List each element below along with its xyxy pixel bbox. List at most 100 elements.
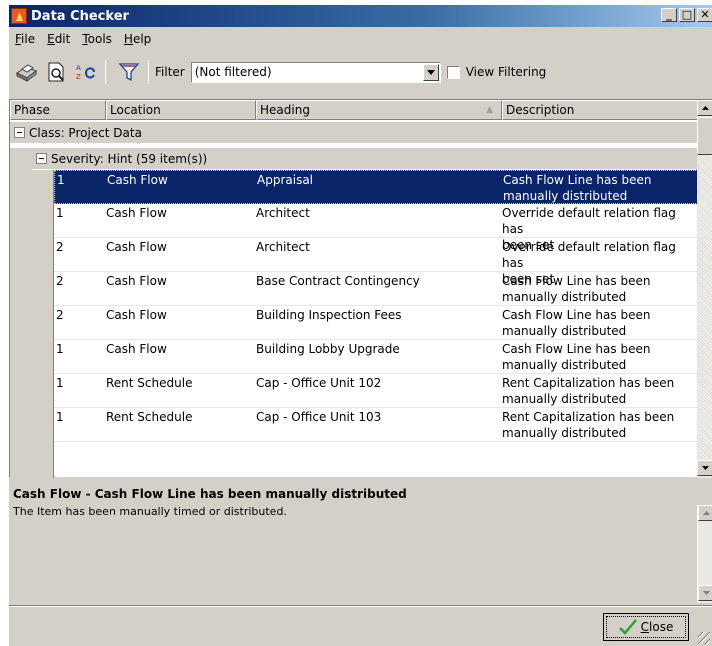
- maximize-button[interactable]: □: [679, 8, 695, 22]
- cell-phase: 1: [56, 376, 64, 390]
- cell-location: Cash Flow: [106, 206, 167, 220]
- scroll-down-icon[interactable]: [698, 585, 712, 601]
- cell-phase: 1: [56, 410, 64, 424]
- column-header-heading[interactable]: Heading ▲: [256, 100, 502, 120]
- filter-icon[interactable]: [116, 59, 142, 85]
- menu-help-label: elp: [132, 32, 152, 46]
- description-line: Cash Flow Line has been: [502, 342, 651, 356]
- description-line: manually distributed: [502, 324, 627, 338]
- cell-heading: Cap - Office Unit 102: [256, 376, 382, 390]
- menu-tools-label: ools: [87, 32, 112, 46]
- cell-heading: Building Lobby Upgrade: [256, 342, 400, 356]
- chevron-down-icon[interactable]: [422, 63, 439, 81]
- detail-pane: Cash Flow - Cash Flow Line has been manu…: [9, 479, 712, 605]
- close-mnemonic: C: [640, 620, 650, 634]
- cell-description: Cash Flow Line has been manually distribu…: [502, 341, 698, 373]
- scroll-down-icon[interactable]: [697, 460, 712, 476]
- view-filtering-label: View Filtering: [465, 65, 547, 79]
- view-filtering-checkbox[interactable]: [446, 65, 460, 79]
- detail-text: The Item has been manually timed or dist…: [13, 505, 287, 518]
- filter-value: (Not filtered): [194, 65, 272, 79]
- description-line: manually distributed: [503, 189, 628, 203]
- cell-heading: Building Inspection Fees: [256, 308, 402, 322]
- cell-phase: 1: [57, 173, 65, 187]
- sort-ascending-icon: ▲: [486, 105, 493, 115]
- cell-heading: Architect: [256, 240, 310, 254]
- window-title: Data Checker: [31, 8, 129, 24]
- cell-heading: Cap - Office Unit 103: [256, 410, 382, 424]
- collapse-icon[interactable]: [36, 153, 47, 164]
- title-bar[interactable]: Data Checker _ □ ✕: [9, 5, 712, 27]
- cell-phase: 2: [56, 240, 64, 254]
- table-row[interactable]: 1 Rent Schedule Cap - Office Unit 102 Re…: [54, 374, 698, 408]
- toolbar: A Z Filter (Not filtered) View Filtering: [9, 53, 712, 91]
- print-preview-icon[interactable]: [43, 59, 69, 85]
- close-window-button[interactable]: ✕: [697, 8, 712, 22]
- table-row[interactable]: 1 Rent Schedule Cap - Office Unit 103 Re…: [54, 408, 698, 442]
- column-header-phase[interactable]: Phase: [10, 100, 106, 120]
- group-indent-inner: [32, 170, 54, 478]
- collapse-icon[interactable]: [14, 127, 25, 138]
- group-row-severity[interactable]: Severity: Hint (59 item(s)): [32, 148, 698, 170]
- title-buttons: _ □ ✕: [659, 8, 712, 22]
- toolbar-separator-2: [148, 60, 149, 84]
- menu-tools[interactable]: Tools: [76, 32, 118, 46]
- menu-edit-label: dit: [54, 32, 71, 46]
- filter-label: Filter: [155, 65, 185, 79]
- description-line: Cash Flow Line has been: [503, 173, 652, 187]
- resize-grip-icon[interactable]: [698, 632, 710, 644]
- menu-help[interactable]: Help: [118, 32, 157, 46]
- table-row[interactable]: 2 Cash Flow Building Inspection Fees Cas…: [54, 306, 698, 340]
- results-grid: Phase Location Heading ▲ Description Clas…: [9, 99, 712, 478]
- close-label: lose: [649, 620, 674, 634]
- cell-description: Rent Capitalization has been manually dis…: [502, 375, 698, 407]
- scroll-thumb[interactable]: [697, 117, 712, 155]
- grid-vertical-scrollbar[interactable]: [697, 100, 712, 478]
- description-line: Rent Capitalization has been: [502, 376, 675, 390]
- table-row[interactable]: 2 Cash Flow Architect Override default r…: [54, 238, 698, 286]
- group-class-label: Class: Project Data: [29, 125, 142, 140]
- cell-phase: 1: [56, 206, 64, 220]
- sort-icon[interactable]: A Z: [73, 59, 99, 85]
- column-label: Description: [506, 103, 575, 117]
- menu-bar: File Edit Tools Help: [9, 29, 157, 49]
- column-header-description[interactable]: Description: [502, 100, 698, 120]
- menu-file[interactable]: File: [9, 32, 41, 46]
- table-row[interactable]: 1 Cash Flow Appraisal Cash Flow Line has…: [54, 170, 698, 204]
- table-row[interactable]: 2 Cash Flow Base Contract Contingency Ca…: [54, 272, 698, 306]
- scroll-up-icon[interactable]: [698, 505, 712, 521]
- grid-header: Phase Location Heading ▲ Description: [10, 100, 698, 120]
- description-line: Rent Capitalization has been: [502, 410, 675, 424]
- cell-phase: 1: [56, 342, 64, 356]
- minimize-button[interactable]: _: [661, 8, 677, 22]
- cell-description: Rent Capitalization has been manually dis…: [502, 409, 698, 441]
- table-row[interactable]: 1 Cash Flow Building Lobby Upgrade Cash …: [54, 340, 698, 374]
- description-line: Override default relation flag has: [502, 240, 676, 270]
- menu-edit[interactable]: Edit: [41, 32, 76, 46]
- menu-edit-mnemonic: E: [47, 32, 55, 46]
- group-severity-label: Severity: Hint (59 item(s)): [51, 151, 208, 166]
- description-line: Cash Flow Line has been: [502, 308, 651, 322]
- column-header-location[interactable]: Location: [106, 100, 256, 120]
- group-row-class[interactable]: Class: Project Data: [10, 122, 698, 144]
- print-icon[interactable]: [13, 59, 39, 85]
- table-row[interactable]: 1 Cash Flow Architect Override default r…: [54, 204, 698, 252]
- toolbar-separator: [105, 60, 106, 84]
- cell-location: Cash Flow: [106, 274, 167, 288]
- detail-vertical-scrollbar[interactable]: [697, 505, 712, 603]
- description-line: manually distributed: [502, 392, 627, 406]
- svg-text:Z: Z: [76, 73, 81, 81]
- column-label: Phase: [14, 103, 50, 117]
- filter-dropdown[interactable]: (Not filtered): [190, 61, 441, 83]
- description-line: manually distributed: [502, 358, 627, 372]
- cell-phase: 2: [56, 274, 64, 288]
- scroll-up-icon[interactable]: [697, 100, 712, 116]
- cell-heading: Appraisal: [257, 173, 314, 187]
- detail-title: Cash Flow - Cash Flow Line has been manu…: [13, 487, 407, 501]
- footer-divider: [9, 605, 712, 607]
- close-button[interactable]: Close: [603, 613, 689, 641]
- column-label: Heading: [260, 103, 310, 117]
- cell-location: Rent Schedule: [106, 410, 193, 424]
- checkmark-icon: [618, 619, 637, 635]
- app-icon: [11, 8, 27, 24]
